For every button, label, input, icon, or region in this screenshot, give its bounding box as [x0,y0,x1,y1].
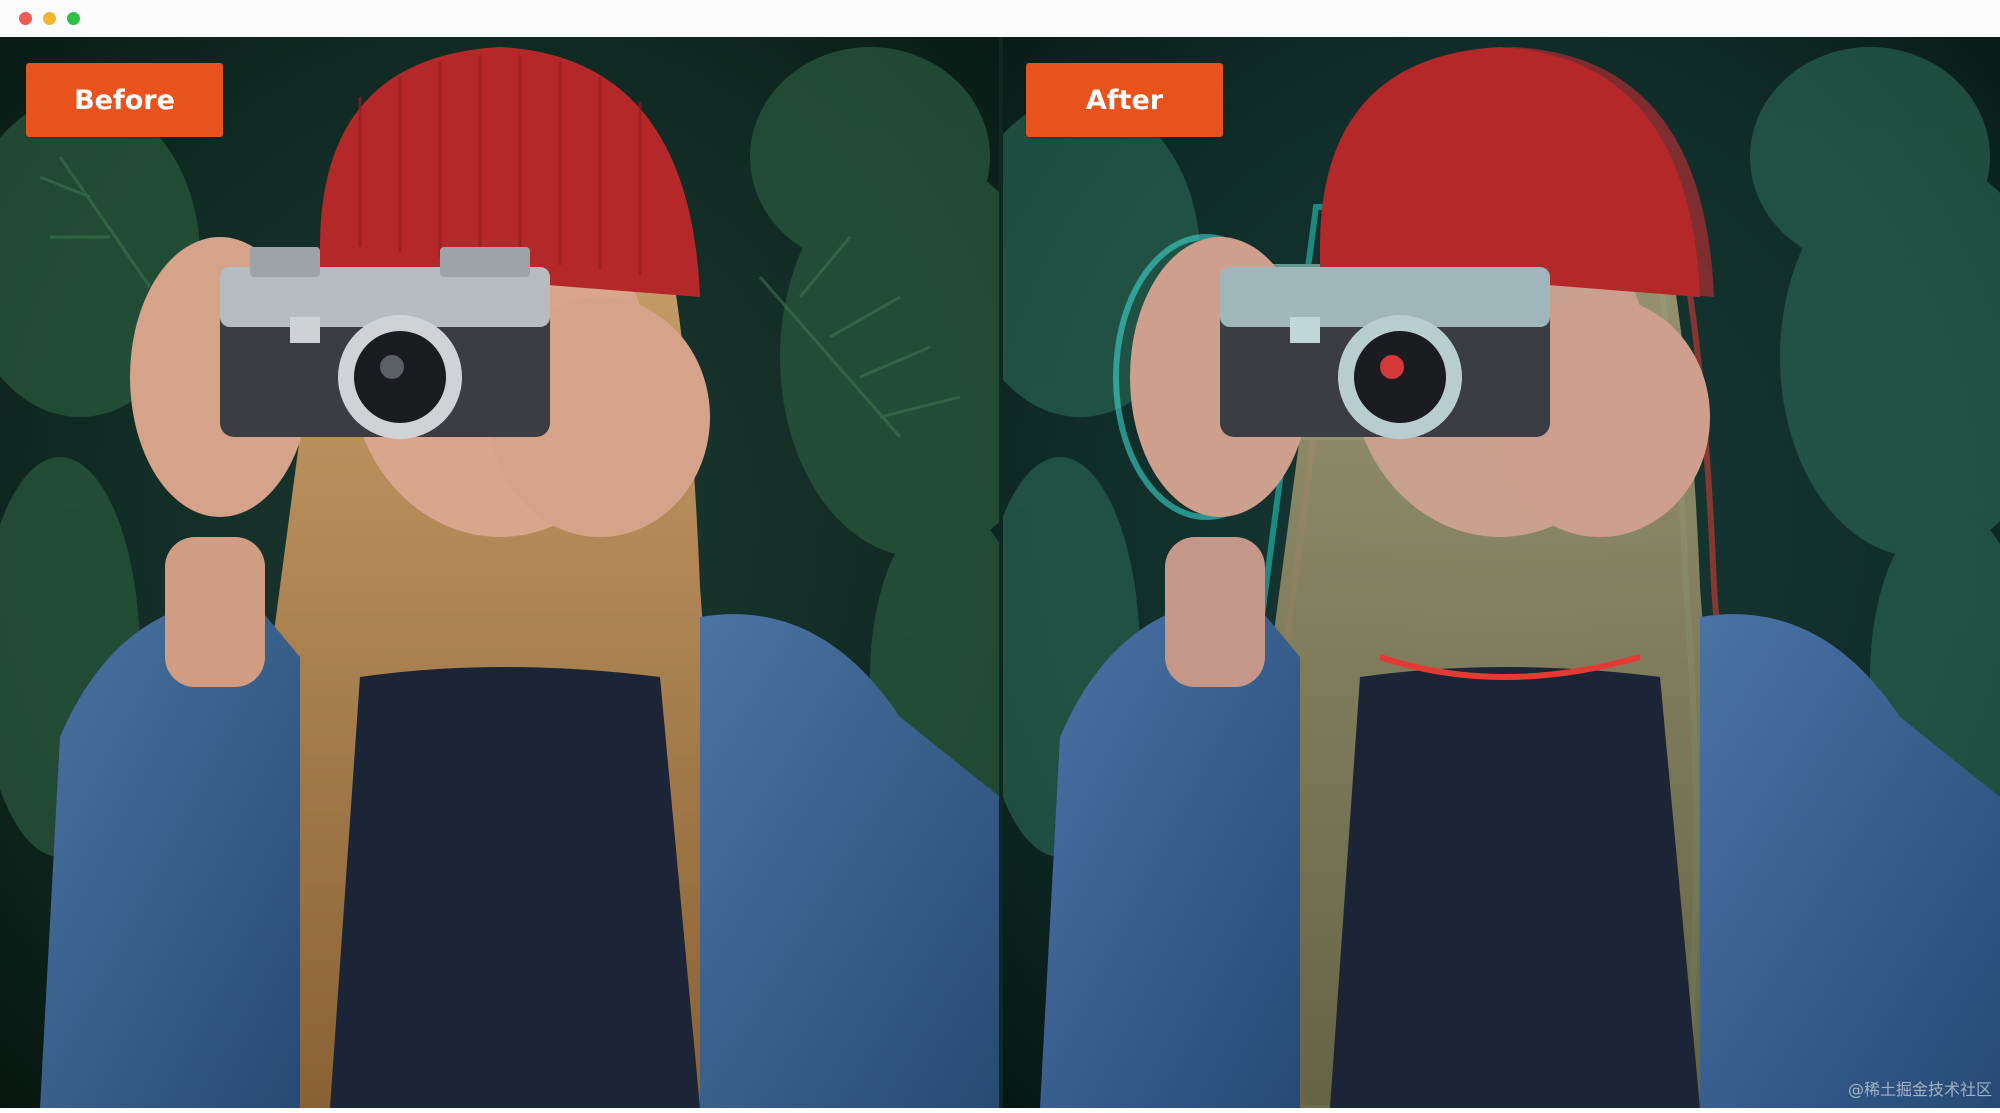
window-titlebar [0,0,2000,37]
zoom-window-button[interactable] [67,12,80,25]
minimize-window-button[interactable] [43,12,56,25]
after-label: After [1026,63,1223,137]
before-label: Before [26,63,223,137]
before-panel: Before [0,37,1000,1108]
watermark-text: @稀土掘金技术社区 [1847,1080,1992,1099]
after-photo [1000,37,2000,1108]
window-bottom-edge [0,1108,2000,1113]
panel-divider [999,37,1003,1108]
after-panel: After @稀土掘金技术社区 [1000,37,2000,1108]
close-window-button[interactable] [19,12,32,25]
before-photo [0,37,1000,1108]
